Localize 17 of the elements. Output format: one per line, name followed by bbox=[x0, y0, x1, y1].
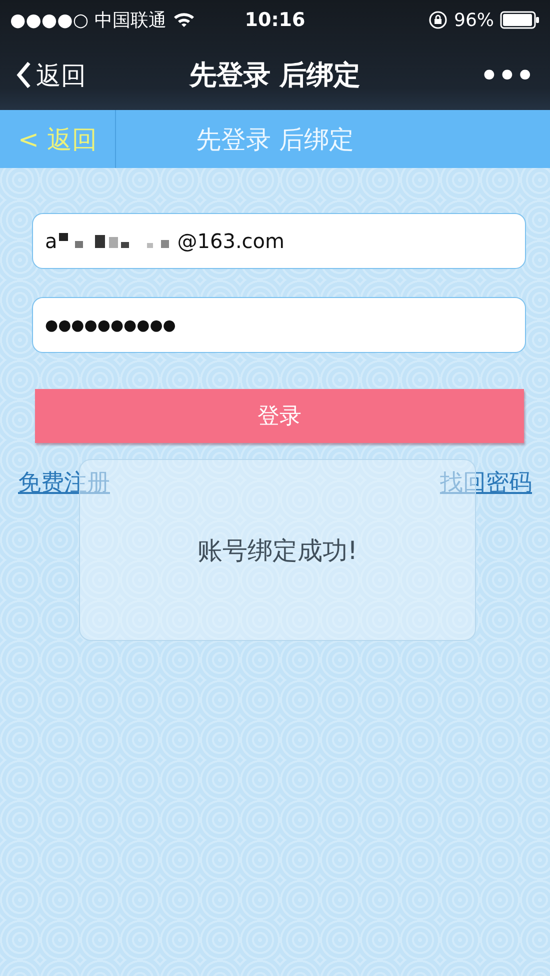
back-button[interactable]: 返回 bbox=[16, 58, 190, 92]
toast-message: 账号绑定成功! bbox=[197, 534, 358, 566]
more-button[interactable]: ••• bbox=[360, 58, 534, 92]
password-field[interactable]: ●●●●●●●●●● bbox=[32, 297, 526, 353]
carrier-name: 中国联通 bbox=[94, 9, 167, 32]
email-field[interactable]: a @163.com bbox=[32, 213, 526, 269]
clock-time: 10:16 bbox=[244, 9, 306, 31]
battery-percent: 96% bbox=[454, 10, 494, 30]
rotation-lock-icon bbox=[428, 10, 448, 30]
text-link[interactable]: 免费注册 bbox=[18, 467, 110, 498]
page-title: 先登录 后绑定 bbox=[195, 124, 355, 156]
chevron-left-icon bbox=[16, 61, 32, 89]
wifi-icon bbox=[172, 12, 195, 28]
nav-title: 先登录 后绑定 bbox=[189, 59, 361, 93]
signal-strength: ●●●●○ bbox=[10, 10, 89, 30]
battery-icon bbox=[500, 11, 540, 29]
text-link[interactable]: 找回密码 bbox=[440, 467, 532, 498]
